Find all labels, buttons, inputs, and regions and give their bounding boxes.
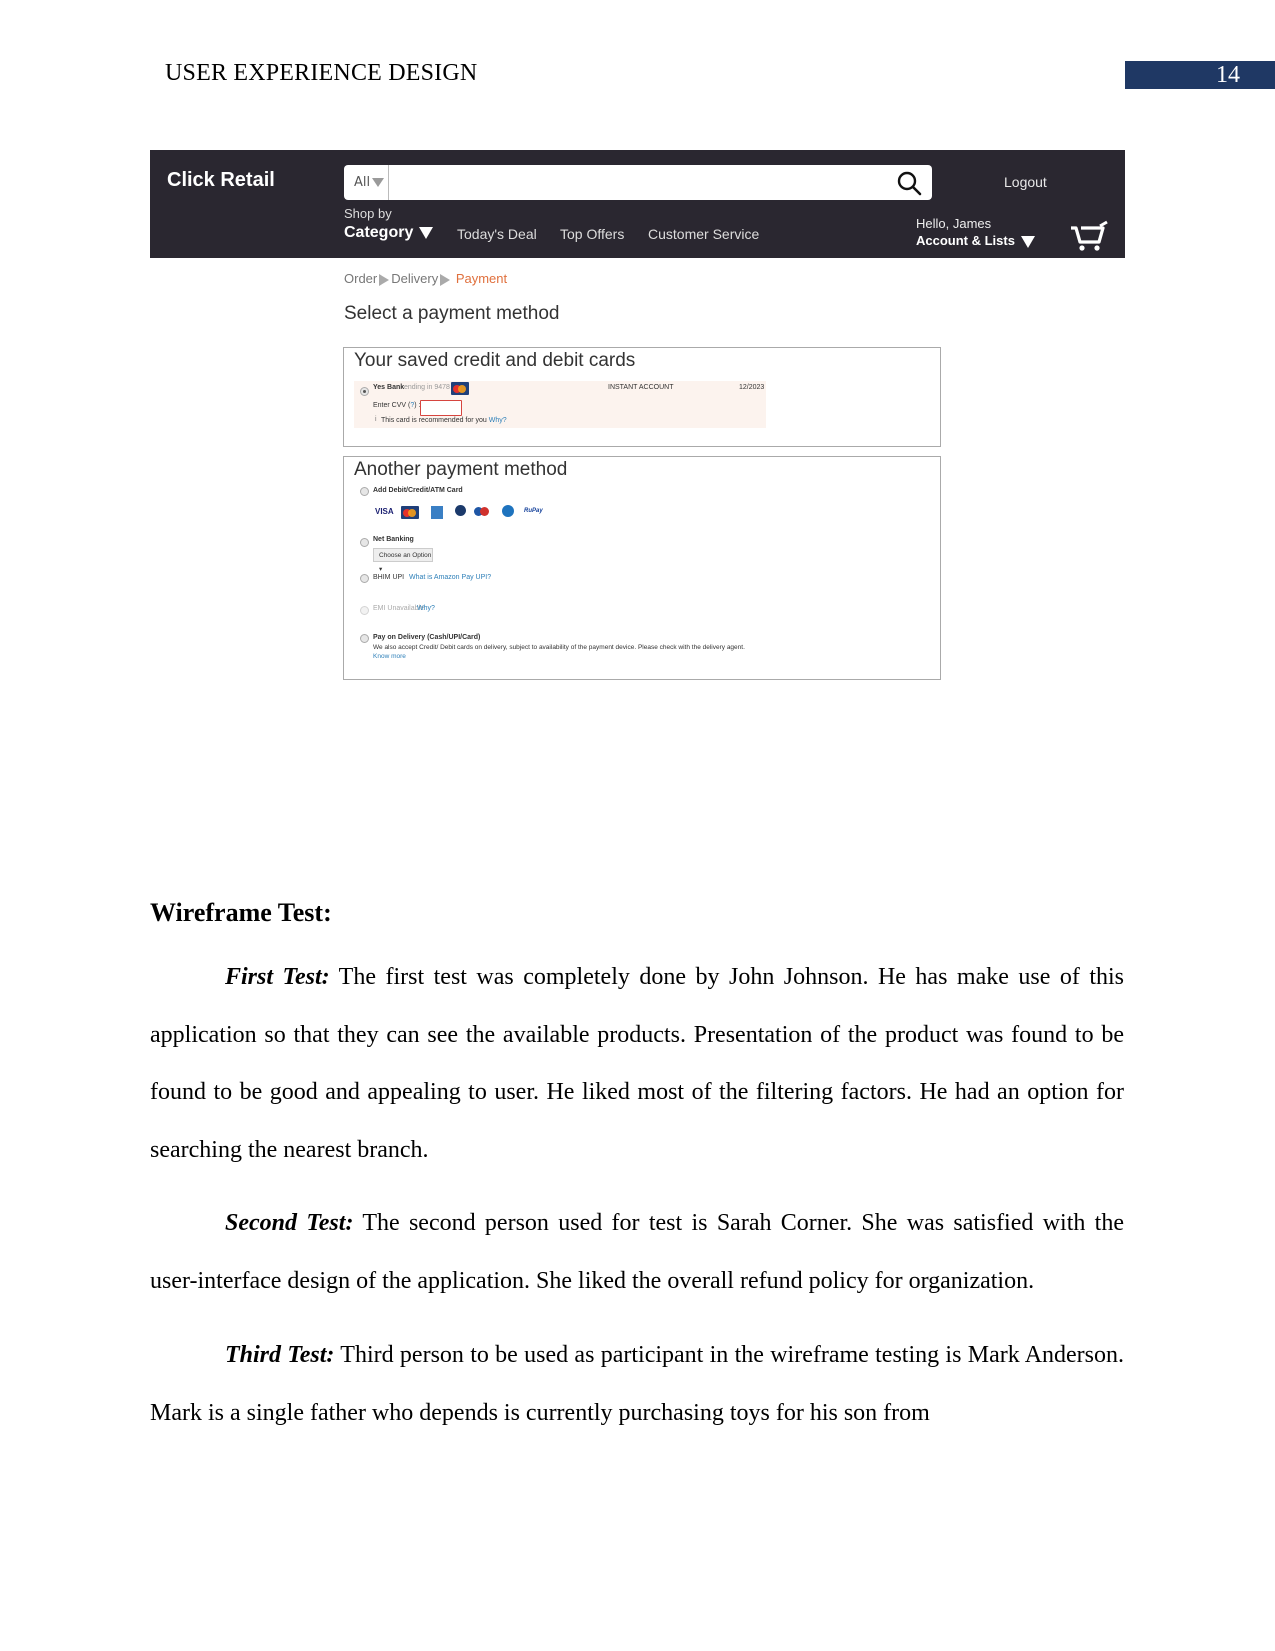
second-test-paragraph: Second Test: The second person used for … [150,1210,1125,1294]
chevron-right-icon [440,273,451,286]
chevron-right-icon [379,273,390,286]
upi-label: BHIM UPI [373,574,405,581]
search-category-label: All [354,175,371,190]
card-ending: ending in 9478 [404,384,450,391]
category-label: Category [344,224,414,241]
why-link[interactable]: Why? [489,417,507,424]
greeting: Hello, James [916,216,992,231]
brand-logo[interactable]: Click Retail [167,169,275,192]
card-option-radio[interactable] [360,487,369,496]
other-payment-panel: Another payment method Add Debit/Credit/… [343,456,941,680]
third-test-paragraph: Third Test: Third person to be used as p… [150,1342,1125,1426]
other-methods-heading: Another payment method [354,459,568,480]
top-navbar: Click Retail All Logout Shop by Category… [150,150,1125,258]
nav-todays-deal[interactable]: Today's Deal [457,226,537,242]
bank-name: Yes Bank [373,384,405,391]
breadcrumb-order[interactable]: Order [344,271,377,286]
running-head: USER EXPERIENCE DESIGN [165,60,478,86]
account-lists-menu[interactable]: Account & Lists [916,233,1035,248]
bajaj-icon [502,505,514,517]
page-number: 14 [1125,61,1275,89]
breadcrumb-payment: Payment [455,271,508,286]
saved-card-radio[interactable] [360,387,369,396]
card-option-label: Add Debit/Credit/ATM Card [373,487,463,494]
saved-card-row[interactable]: Yes Bank ending in 9478 INSTANT ACCOUNT … [354,381,766,428]
upi-info-link[interactable]: What is Amazon Pay UPI? [409,574,491,581]
emi-radio [360,606,369,615]
saved-cards-panel: Your saved credit and debit cards Yes Ba… [343,347,941,447]
mastercard-icon [451,382,469,395]
search-category-dropdown[interactable]: All [344,165,389,200]
rupay-icon: RuPay [524,508,543,514]
cvv-input[interactable] [420,400,462,416]
pod-label: Pay on Delivery (Cash/UPI/Card) [373,634,481,641]
shop-by-label: Shop by [344,206,392,221]
breadcrumb-delivery[interactable]: Delivery [391,271,438,286]
visa-icon: VISA [375,507,394,516]
breadcrumb: Order Delivery Payment [344,271,507,286]
section-heading: Wireframe Test: [150,898,332,927]
first-test-paragraph: First Test: The first test was completel… [150,964,1124,1163]
wireframe-mockup: Click Retail All Logout Shop by Category… [150,150,1125,680]
pod-know-more-link[interactable]: Know more [373,653,406,660]
chevron-down-icon [419,226,434,239]
page-title: Select a payment method [344,303,560,324]
cvv-label: Enter CVV (?) : [373,402,421,409]
net-banking-select[interactable]: Choose an Option ▾ [373,548,433,573]
pod-radio[interactable] [360,634,369,643]
card-expiry: 12/2023 [739,384,765,391]
search-bar[interactable]: All [344,165,932,200]
info-icon: i [375,416,377,423]
logout-link[interactable]: Logout [1004,174,1047,190]
chevron-down-icon [1020,235,1035,248]
upi-radio[interactable] [360,574,369,583]
diners-club-icon [455,505,466,516]
cart-icon[interactable] [1069,220,1109,252]
nav-top-offers[interactable]: Top Offers [560,226,624,242]
net-banking-label: Net Banking [373,536,414,543]
nav-customer-service[interactable]: Customer Service [648,226,759,242]
net-banking-radio[interactable] [360,538,369,547]
amex-icon [431,506,443,519]
account-type: INSTANT ACCOUNT [608,384,674,391]
saved-cards-heading: Your saved credit and debit cards [354,350,636,371]
mastercard-icon [401,506,419,519]
chevron-down-icon [372,178,385,187]
emi-why-link[interactable]: Why? [417,605,435,612]
category-menu[interactable]: Category [344,224,434,242]
recommend-text: This card is recommended for you Why? [381,417,507,424]
account-label: Account & Lists [916,233,1015,248]
pod-description: We also accept Credit/ Debit cards on de… [373,644,745,651]
search-icon[interactable] [896,170,922,196]
